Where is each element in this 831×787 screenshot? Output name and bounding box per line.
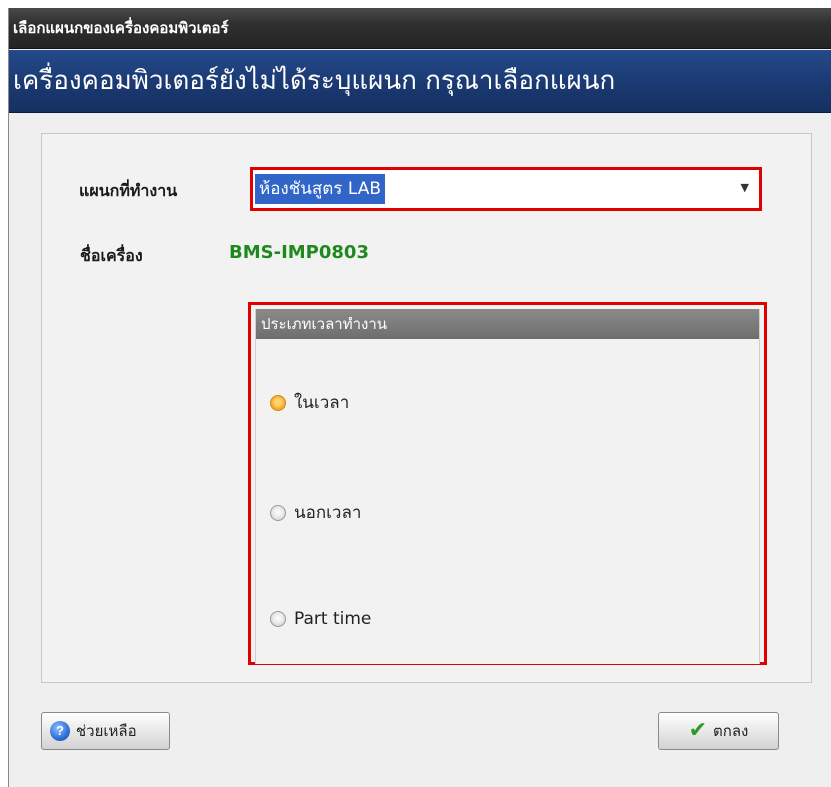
radio-label: นอกเวลา <box>294 503 362 523</box>
work-type-group: ประเภทเวลาทำงาน ในเวลา นอกเวลา Part time <box>255 309 760 664</box>
help-icon: ? <box>50 721 70 741</box>
content-panel: แผนกที่ทำงาน ห้องชันสูตร LAB ▼ ชื่อเครื่… <box>41 133 812 683</box>
radio-in-hours[interactable]: ในเวลา <box>270 389 349 416</box>
chevron-down-icon[interactable]: ▼ <box>741 181 749 194</box>
radio-unselected-icon[interactable] <box>270 504 286 521</box>
radio-part-time[interactable]: Part time <box>270 609 371 629</box>
computer-name-value: BMS-IMP0803 <box>229 242 369 263</box>
work-type-group-title: ประเภทเวลาทำงาน <box>256 309 759 339</box>
department-select-dialog: เลือกแผนกของเครื่องคอมพิวเตอร์ เครื่องคอ… <box>8 8 831 787</box>
computer-name-label: ชื่อเครื่อง <box>80 246 143 265</box>
work-type-highlight: ประเภทเวลาทำงาน ในเวลา นอกเวลา Part time <box>248 302 767 665</box>
instruction-banner: เครื่องคอมพิวเตอร์ยังไม่ได้ระบุแผนก กรุณ… <box>9 50 831 113</box>
radio-label: ในเวลา <box>294 393 350 413</box>
department-dropdown[interactable]: ห้องชันสูตร LAB ▼ <box>250 167 762 211</box>
department-selected-value: ห้องชันสูตร LAB <box>255 174 385 204</box>
help-button-label: ช่วยเหลือ <box>76 722 137 740</box>
radio-out-of-hours[interactable]: นอกเวลา <box>270 499 361 526</box>
help-button[interactable]: ? ช่วยเหลือ <box>41 712 170 750</box>
ok-button[interactable]: ✔ ตกลง <box>658 712 779 750</box>
radio-selected-icon[interactable] <box>270 394 286 411</box>
department-label: แผนกที่ทำงาน <box>79 181 178 200</box>
checkmark-icon: ✔ <box>688 718 708 743</box>
radio-label: Part time <box>294 609 372 629</box>
ok-button-label: ตกลง <box>713 722 749 740</box>
radio-unselected-icon[interactable] <box>270 611 286 627</box>
window-title: เลือกแผนกของเครื่องคอมพิวเตอร์ <box>9 8 831 49</box>
